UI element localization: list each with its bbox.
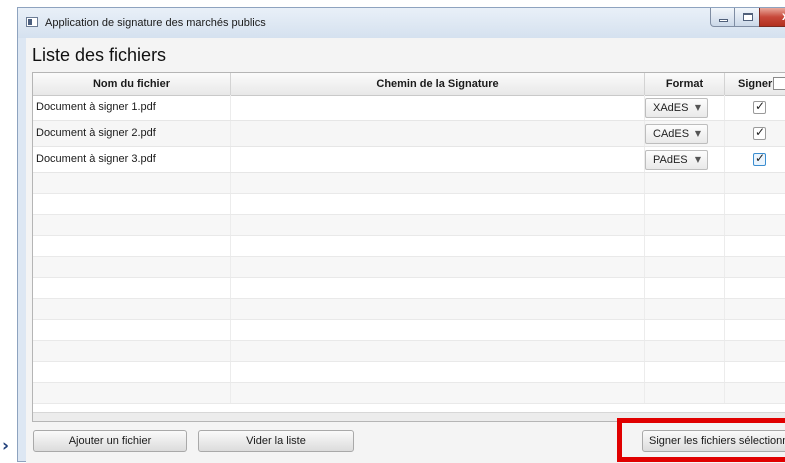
file-name: Document à signer 3.pdf bbox=[36, 153, 156, 165]
maximize-icon bbox=[743, 13, 753, 21]
empty-table-row bbox=[33, 215, 785, 236]
sign-checkbox[interactable]: ✓ bbox=[753, 151, 766, 166]
empty-table-row bbox=[33, 194, 785, 215]
table-header: Nom du fichier Chemin de la Signature Fo… bbox=[33, 73, 785, 96]
minimize-button[interactable] bbox=[710, 8, 735, 27]
format-select[interactable]: CAdES ▼ bbox=[645, 124, 708, 144]
empty-table-row bbox=[33, 257, 785, 278]
clear-list-button[interactable]: Vider la liste bbox=[198, 430, 354, 452]
close-button[interactable]: x bbox=[759, 8, 785, 27]
format-select[interactable]: XAdES ▼ bbox=[645, 98, 708, 118]
sign-checkbox[interactable]: ✓ bbox=[753, 125, 766, 140]
empty-table-row bbox=[33, 320, 785, 341]
empty-table-row bbox=[33, 383, 785, 404]
highlight-box bbox=[617, 418, 785, 462]
format-value: CAdES bbox=[653, 128, 690, 140]
sign-checkbox[interactable]: ✓ bbox=[753, 99, 766, 114]
empty-table-row bbox=[33, 278, 785, 299]
file-name: Document à signer 1.pdf bbox=[36, 101, 156, 113]
chevron-down-icon: ▼ bbox=[694, 155, 701, 164]
app-window: Application de signature des marchés pub… bbox=[17, 7, 785, 463]
format-value: PAdES bbox=[653, 154, 688, 166]
minimize-icon bbox=[719, 19, 728, 22]
client-area: Liste des fichiers Nom du fichier Chemin… bbox=[26, 38, 785, 463]
app-icon bbox=[26, 17, 38, 27]
empty-table-row bbox=[33, 362, 785, 383]
table-body: Document à signer 1.pdf XAdES ▼ ✓ Docume… bbox=[33, 95, 785, 404]
files-table: Nom du fichier Chemin de la Signature Fo… bbox=[32, 72, 785, 422]
column-header-format[interactable]: Format bbox=[645, 73, 725, 95]
maximize-button[interactable] bbox=[734, 8, 760, 27]
arrow-icon: › bbox=[2, 436, 10, 456]
checkmark-icon: ✓ bbox=[755, 125, 766, 139]
table-row[interactable]: Document à signer 1.pdf XAdES ▼ ✓ bbox=[33, 95, 785, 121]
format-select[interactable]: PAdES ▼ bbox=[645, 150, 708, 170]
checkmark-icon: ✓ bbox=[755, 99, 766, 113]
chevron-down-icon: ▼ bbox=[694, 103, 701, 112]
window-title: Application de signature des marchés pub… bbox=[45, 17, 266, 29]
add-file-button[interactable]: Ajouter un fichier bbox=[33, 430, 187, 452]
left-edge bbox=[0, 0, 12, 462]
column-header-path[interactable]: Chemin de la Signature bbox=[231, 73, 645, 95]
table-row[interactable]: Document à signer 2.pdf CAdES ▼ ✓ bbox=[33, 121, 785, 147]
table-row[interactable]: Document à signer 3.pdf PAdES ▼ ✓ bbox=[33, 147, 785, 173]
title-bar: Application de signature des marchés pub… bbox=[18, 8, 785, 38]
empty-rows bbox=[33, 173, 785, 404]
empty-table-row bbox=[33, 341, 785, 362]
empty-table-row bbox=[33, 299, 785, 320]
chevron-down-icon: ▼ bbox=[694, 129, 701, 138]
format-value: XAdES bbox=[653, 102, 689, 114]
empty-table-row bbox=[33, 173, 785, 194]
empty-table-row bbox=[33, 236, 785, 257]
select-all-checkbox[interactable] bbox=[773, 77, 785, 90]
checkmark-icon: ✓ bbox=[755, 151, 766, 165]
file-name: Document à signer 2.pdf bbox=[36, 127, 156, 139]
section-title: Liste des fichiers bbox=[32, 45, 167, 65]
column-header-name[interactable]: Nom du fichier bbox=[33, 73, 231, 95]
